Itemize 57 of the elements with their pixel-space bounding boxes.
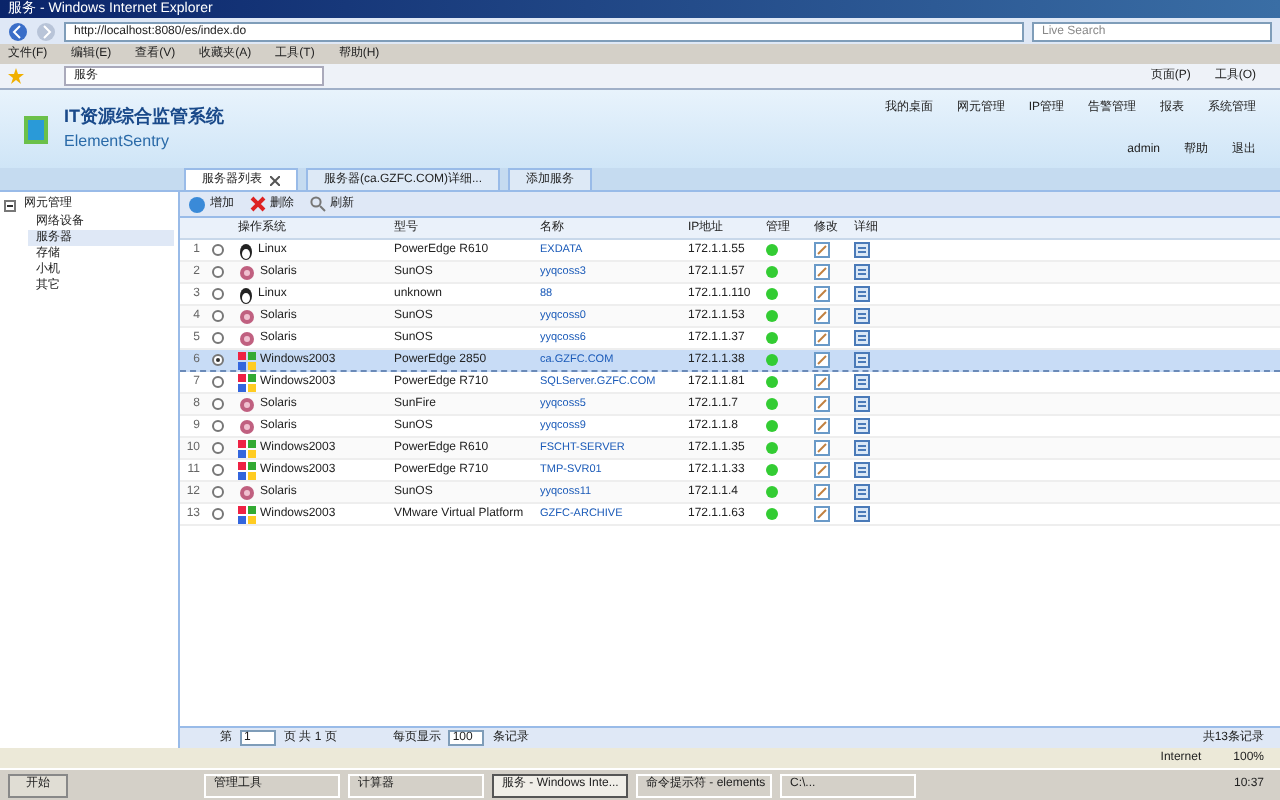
- app-title: IT资源综合监管系统: [64, 103, 224, 130]
- sun-icon: [238, 263, 256, 281]
- status-dot-icon: [766, 486, 778, 498]
- star-icon[interactable]: [8, 68, 24, 84]
- logo-icon: [24, 115, 48, 143]
- status-dot-icon: [766, 288, 778, 300]
- edit-icon[interactable]: [814, 264, 830, 280]
- details-icon[interactable]: [854, 506, 870, 522]
- edit-icon[interactable]: [814, 462, 830, 478]
- details-icon[interactable]: [854, 418, 870, 434]
- status-dot-icon: [766, 376, 778, 388]
- details-icon[interactable]: [854, 308, 870, 324]
- status-dot-icon: [766, 244, 778, 256]
- windows-flag-icon: [238, 461, 256, 479]
- minus-icon[interactable]: [4, 199, 16, 211]
- details-icon[interactable]: [854, 286, 870, 302]
- edit-icon[interactable]: [814, 352, 830, 368]
- edit-icon[interactable]: [814, 440, 830, 456]
- windows-flag-icon: [238, 373, 256, 391]
- sun-icon: [238, 483, 256, 501]
- status-dot-icon: [766, 508, 778, 520]
- status-dot-icon: [766, 332, 778, 344]
- app-subtitle: ElementSentry: [64, 130, 171, 155]
- edit-icon[interactable]: [814, 330, 830, 346]
- windows-flag-icon: [238, 351, 256, 369]
- details-icon[interactable]: [854, 396, 870, 412]
- status-dot-icon: [766, 398, 778, 410]
- penguin-icon: [238, 241, 254, 259]
- edit-icon[interactable]: [814, 396, 830, 412]
- penguin-icon: [238, 285, 254, 303]
- edit-icon[interactable]: [814, 286, 830, 302]
- status-dot-icon: [766, 442, 778, 454]
- status-dot-icon: [766, 420, 778, 432]
- search-icon: [310, 196, 326, 212]
- windows-flag-icon: [238, 439, 256, 457]
- edit-icon[interactable]: [814, 506, 830, 522]
- edit-icon[interactable]: [814, 484, 830, 500]
- details-icon[interactable]: [854, 462, 870, 478]
- status-dot-icon: [766, 464, 778, 476]
- windows-flag-icon: [238, 505, 256, 523]
- details-icon[interactable]: [854, 440, 870, 456]
- details-icon[interactable]: [854, 264, 870, 280]
- close-icon: [250, 196, 266, 212]
- edit-icon[interactable]: [814, 308, 830, 324]
- edit-icon[interactable]: [814, 418, 830, 434]
- status-dot-icon: [766, 354, 778, 366]
- details-icon[interactable]: [854, 484, 870, 500]
- details-icon[interactable]: [854, 330, 870, 346]
- status-dot-icon: [766, 310, 778, 322]
- details-icon[interactable]: [854, 374, 870, 390]
- details-icon[interactable]: [854, 352, 870, 368]
- close-icon[interactable]: [270, 175, 280, 185]
- edit-icon[interactable]: [814, 242, 830, 258]
- details-icon[interactable]: [854, 242, 870, 258]
- back-icon[interactable]: [8, 21, 28, 41]
- edit-icon[interactable]: [814, 374, 830, 390]
- status-dot-icon: [766, 266, 778, 278]
